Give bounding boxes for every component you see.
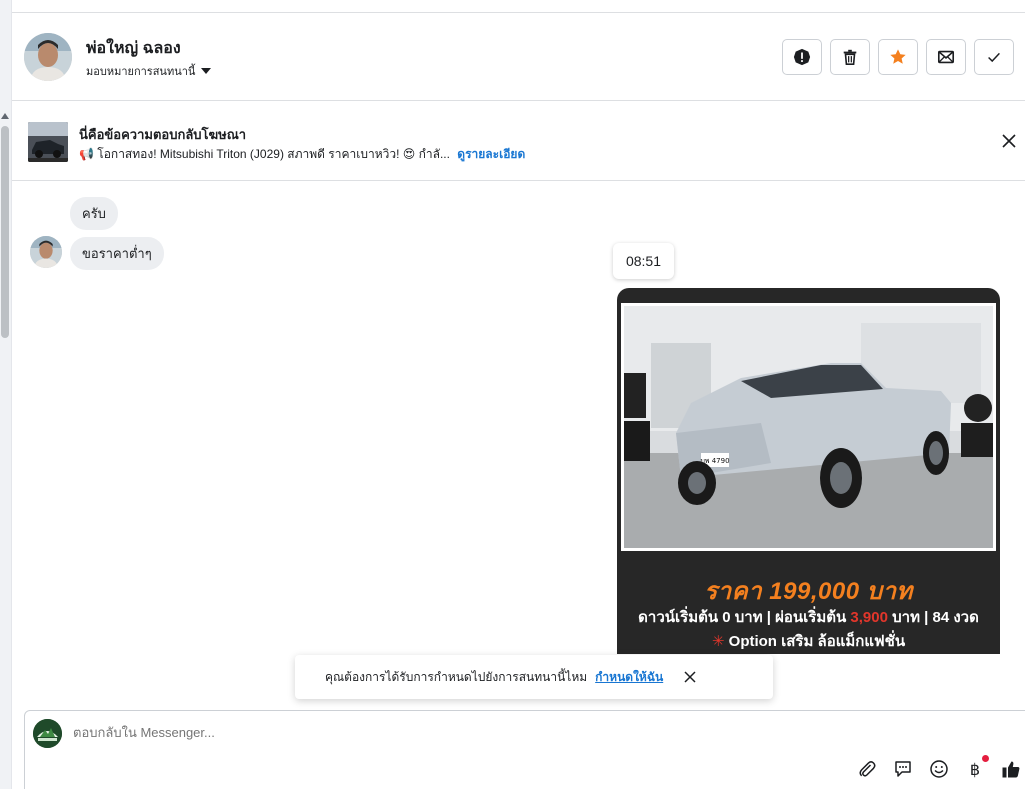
envelope-icon	[937, 50, 955, 64]
reply-input[interactable]	[73, 725, 673, 740]
assign-label: มอบหมายการสนทนานี้	[86, 66, 196, 78]
baht-icon: ฿	[969, 759, 981, 779]
assign-conversation-dropdown[interactable]: มอบหมายการสนทนานี้	[86, 62, 212, 80]
ad-description-text: 📢 โอกาสทอง! Mitsubishi Triton (J029) สภา…	[79, 147, 450, 161]
delete-button[interactable]	[830, 39, 870, 75]
exclamation-icon	[793, 48, 811, 66]
card-payment-terms: ดาวน์เริ่มต้น 0 บาท | ผ่อนเริ่มต้น 3,900…	[617, 605, 1000, 629]
scroll-up-arrow-icon[interactable]	[1, 113, 9, 119]
left-scrollbar[interactable]	[0, 0, 12, 789]
option-text: Option เสริม ล้อแม็กแฟชั่น	[724, 633, 906, 650]
messenger-conversation: พ่อใหญ่ ฉลอง มอบหมายการสนทนานี้ นี่คือข้…	[0, 0, 1025, 789]
page-avatar	[33, 719, 62, 748]
reply-composer: ฿	[24, 710, 1025, 789]
mark-spam-button[interactable]	[782, 39, 822, 75]
assign-to-me-link[interactable]: กำหนดให้ฉัน	[595, 668, 663, 687]
terms-suffix: บาท | 84 งวด	[887, 609, 979, 626]
ad-thumbnail	[28, 122, 68, 162]
saved-replies-button[interactable]	[893, 759, 913, 779]
smiley-icon	[930, 760, 948, 778]
mark-unread-button[interactable]	[926, 39, 966, 75]
caret-down-icon	[201, 68, 212, 74]
notification-dot	[982, 755, 989, 762]
close-icon[interactable]	[683, 670, 697, 684]
ad-details-link[interactable]: ดูรายละเอียด	[457, 147, 525, 161]
emoji-button[interactable]	[929, 759, 949, 779]
message-bubble[interactable]: ขอราคาต่ำๆ	[70, 237, 164, 270]
message-timestamp: 08:51	[613, 243, 674, 279]
scrollbar-thumb[interactable]	[1, 126, 9, 338]
ad-description: 📢 โอกาสทอง! Mitsubishi Triton (J029) สภา…	[79, 145, 525, 164]
composer-toolbar: ฿	[857, 755, 1021, 779]
ad-reply-banner: นี่คือข้อความตอบกลับโฆษณา 📢 โอกาสทอง! Mi…	[12, 101, 1025, 181]
thumbs-up-icon	[1002, 761, 1020, 778]
card-option: ✳ Option เสริม ล้อแม็กแฟชั่น	[617, 629, 1000, 653]
terms-amount: 3,900	[850, 609, 888, 626]
attach-button[interactable]	[857, 759, 877, 779]
star-icon	[890, 49, 906, 64]
close-icon[interactable]	[1001, 133, 1017, 149]
header-actions	[782, 39, 1014, 75]
mark-done-button[interactable]	[974, 39, 1014, 75]
terms-prefix: ดาวน์เริ่มต้น 0 บาท | ผ่อนเริ่มต้น	[638, 609, 851, 626]
chat-bubble-icon	[895, 761, 911, 777]
star-button[interactable]	[878, 39, 918, 75]
payment-button[interactable]: ฿	[965, 755, 989, 779]
car-photo: บพ 4790	[621, 303, 996, 551]
conversation-header: พ่อใหญ่ ฉลอง มอบหมายการสนทนานี้	[12, 13, 1025, 101]
trash-icon	[843, 49, 857, 66]
like-button[interactable]	[1001, 759, 1021, 779]
ad-reply-title: นี่คือข้อความตอบกลับโฆษณา	[79, 127, 247, 142]
asterisk-icon: ✳	[711, 633, 725, 650]
checkmark-icon	[988, 52, 1000, 63]
assign-toast: คุณต้องการได้รับการกำหนดไปยังการสนทนานี้…	[295, 655, 773, 699]
message-bubble[interactable]: ครับ	[70, 197, 118, 230]
ad-image-card[interactable]: บพ 4790 ราคา 199,000 บาท ดาวน์เริ่มต้น 0…	[617, 288, 1000, 654]
contact-avatar[interactable]	[24, 33, 72, 81]
paperclip-icon	[859, 761, 876, 777]
contact-name: พ่อใหญ่ ฉลอง	[86, 40, 181, 57]
assign-toast-text: คุณต้องการได้รับการกำหนดไปยังการสนทนานี้…	[325, 669, 588, 684]
contact-avatar-small	[30, 236, 62, 268]
